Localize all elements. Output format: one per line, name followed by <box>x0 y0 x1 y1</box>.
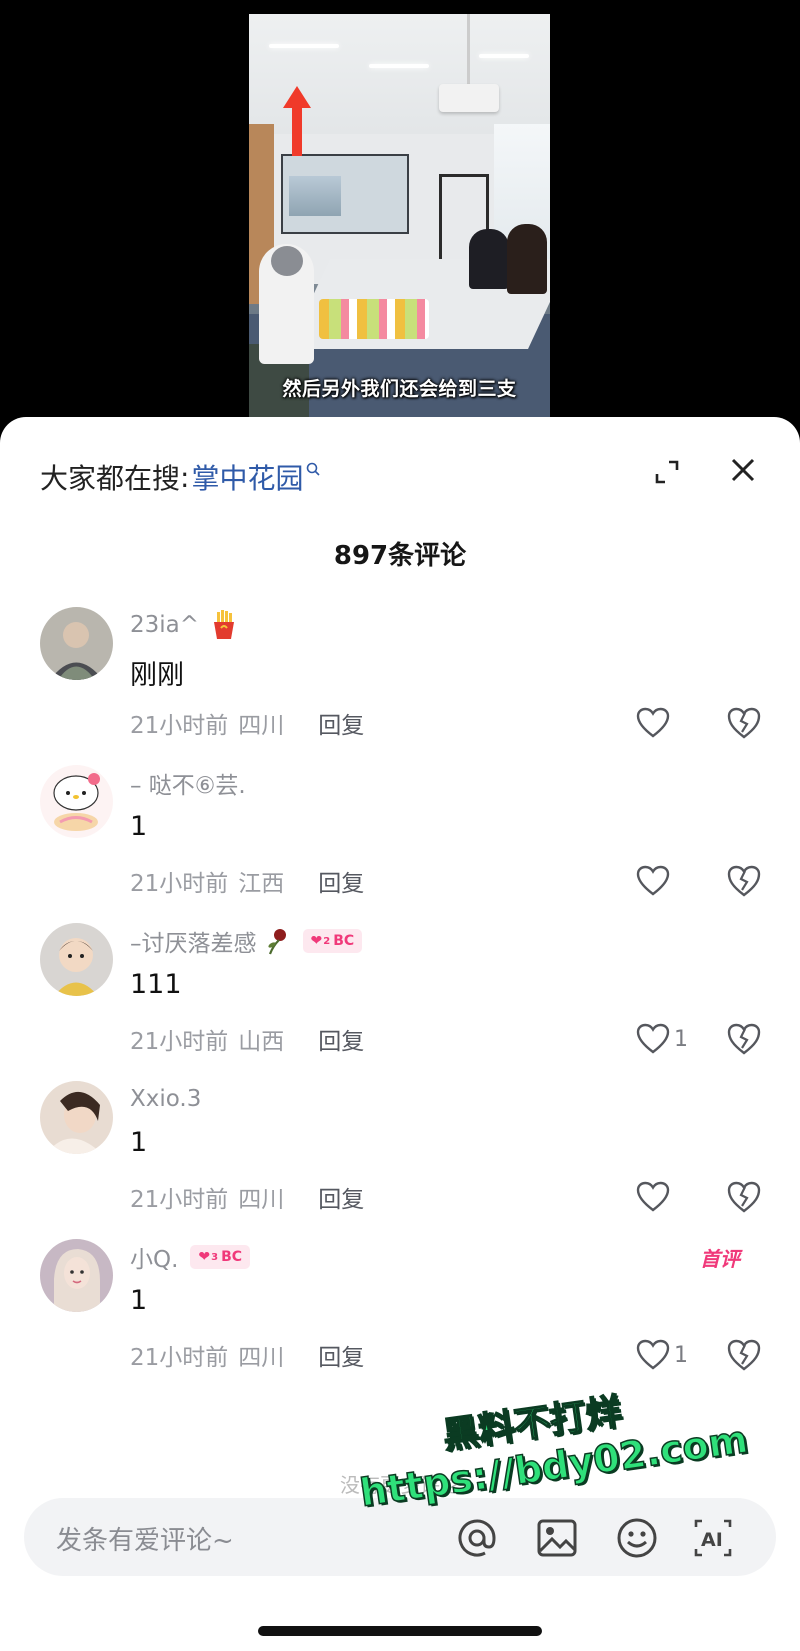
heart-icon <box>636 1023 670 1054</box>
video-scene-person-head <box>271 246 303 276</box>
red-arrow-icon <box>283 86 311 156</box>
video-scene-pole <box>467 14 470 86</box>
close-icon[interactable] <box>728 455 758 485</box>
comment-username[interactable]: Xxio.3 <box>130 1086 201 1112</box>
trending-search-colon: : <box>180 460 190 494</box>
reply-button[interactable]: 回复 <box>318 1338 364 1372</box>
comment-item: 小Q. ❤ 3 BC 首评 1 21小时前 四川 回复 1 <box>0 1239 800 1389</box>
level-badge: ❤ 3 BC <box>190 1245 251 1269</box>
level-badge-number: 2 <box>323 935 331 947</box>
comment-text: 1 <box>130 1285 148 1316</box>
reply-button[interactable]: 回复 <box>318 1180 364 1214</box>
video-area[interactable]: 然后另外我们还会给到三支 <box>0 0 800 430</box>
french-fries-icon <box>214 610 235 639</box>
comment-count: 897条评论 <box>333 541 467 571</box>
video-scene-person <box>469 229 509 289</box>
level-badge: ❤ 2 BC <box>302 929 363 953</box>
comment-location: 四川 <box>238 713 285 739</box>
comment-username[interactable]: –讨厌落差感 <box>130 924 257 958</box>
level-badge-text: BC <box>333 933 355 949</box>
comment-username[interactable]: 23ia^ <box>130 612 199 638</box>
comment-item: 23ia^ 刚刚 21小时前 四川 回复 <box>0 607 800 757</box>
comment-text: 111 <box>130 969 182 1000</box>
like-button[interactable] <box>636 863 674 899</box>
svg-text:AI: AI <box>701 1529 723 1551</box>
comment-sheet: 大家都在搜 : 掌中花园 897条评论 23ia^ 刚刚 21小时前 四川 回复… <box>0 417 800 1651</box>
video-scene-person <box>507 224 547 294</box>
ai-icon[interactable]: AI <box>692 1517 734 1559</box>
avatar[interactable] <box>40 1239 113 1312</box>
level-badge-text: BC <box>221 1249 243 1265</box>
emoji-icon[interactable] <box>616 1517 658 1559</box>
like-count: 1 <box>674 1342 688 1368</box>
comment-location: 四川 <box>238 1187 285 1213</box>
comment-text: 刚刚 <box>130 660 184 691</box>
broken-heart-icon[interactable] <box>726 1179 762 1215</box>
comment-time: 21小时前 <box>130 1187 229 1213</box>
level-badge-number: 3 <box>211 1251 219 1263</box>
comment-text: 1 <box>130 811 148 842</box>
video-scene-items <box>319 299 429 339</box>
level-heart-icon: ❤ <box>310 933 323 949</box>
avatar[interactable] <box>40 765 113 838</box>
like-button[interactable] <box>636 1179 674 1215</box>
like-count: 1 <box>674 1026 688 1052</box>
like-button[interactable]: 1 <box>636 1337 688 1373</box>
home-indicator[interactable] <box>258 1626 542 1636</box>
heart-icon <box>636 1181 670 1212</box>
comment-text: 1 <box>130 1127 148 1158</box>
comment-item: Xxio.3 1 21小时前 四川 回复 <box>0 1081 800 1231</box>
comment-username[interactable]: 小Q. <box>130 1240 178 1274</box>
comment-time: 21小时前 <box>130 871 229 897</box>
avatar[interactable] <box>40 923 113 996</box>
video-scene-screen <box>281 154 409 234</box>
video-scene-light <box>269 44 339 48</box>
expand-icon[interactable] <box>652 457 682 487</box>
image-icon[interactable] <box>536 1517 578 1559</box>
comment-location: 江西 <box>238 871 285 897</box>
level-heart-icon: ❤ <box>198 1249 211 1265</box>
comment-time: 21小时前 <box>130 1345 229 1371</box>
broken-heart-icon[interactable] <box>726 863 762 899</box>
heart-icon <box>636 1339 670 1370</box>
like-button[interactable]: 1 <box>636 1021 688 1057</box>
comment-location: 四川 <box>238 1345 285 1371</box>
like-button[interactable] <box>636 705 674 741</box>
avatar[interactable] <box>40 607 113 680</box>
reply-button[interactable]: 回复 <box>318 706 364 740</box>
reply-button[interactable]: 回复 <box>318 1022 364 1056</box>
comment-time: 21小时前 <box>130 1029 229 1055</box>
broken-heart-icon[interactable] <box>726 1337 762 1373</box>
video-scene-light <box>479 54 529 58</box>
broken-heart-icon[interactable] <box>726 705 762 741</box>
video-scene-projector <box>439 84 499 112</box>
heart-icon <box>636 865 670 896</box>
trending-search-keyword[interactable]: 掌中花园 <box>191 457 303 497</box>
comment-input[interactable]: 发条有爱评论~ AI <box>24 1498 776 1576</box>
comment-input-placeholder: 发条有爱评论~ <box>56 1526 234 1556</box>
comment-location: 山西 <box>238 1029 285 1055</box>
video-scene-light <box>369 64 429 68</box>
comment-time: 21小时前 <box>130 713 229 739</box>
wilted-rose-icon <box>267 929 286 955</box>
comment-username[interactable]: – 哒不⑥芸. <box>130 766 246 800</box>
comment-item: –讨厌落差感 ❤ 2 BC 111 21小时前 山西 回复 1 <box>0 923 800 1073</box>
reply-button[interactable]: 回复 <box>318 864 364 898</box>
broken-heart-icon[interactable] <box>726 1021 762 1057</box>
trending-search-label: 大家都在搜 <box>40 462 181 495</box>
mention-icon[interactable] <box>456 1517 498 1559</box>
video-subtitle: 然后另外我们还会给到三支 <box>282 378 517 400</box>
avatar[interactable] <box>40 1081 113 1154</box>
video-frame[interactable]: 然后另外我们还会给到三支 <box>249 14 550 419</box>
search-icon <box>307 462 321 476</box>
first-comment-tag: 首评 <box>700 1247 740 1271</box>
comment-item: – 哒不⑥芸. 1 21小时前 江西 回复 <box>0 765 800 915</box>
trending-search[interactable]: 大家都在搜 : 掌中花园 <box>40 457 321 497</box>
no-more-comments-hint: 没有更多评论 <box>340 1473 460 1497</box>
heart-icon <box>636 707 670 738</box>
